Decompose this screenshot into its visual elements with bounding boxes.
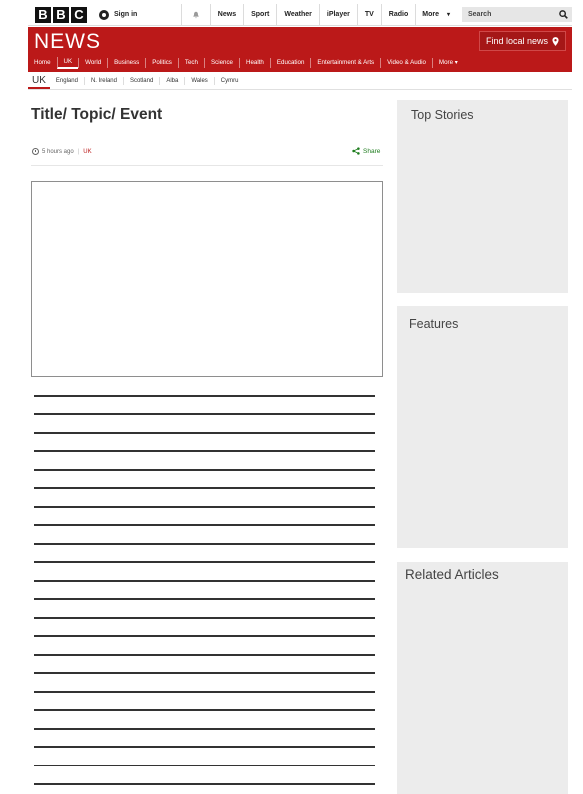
- sub-nav-england[interactable]: England: [50, 77, 84, 85]
- text-line-placeholder: [34, 487, 375, 490]
- sub-nav-uk[interactable]: UK: [28, 74, 50, 89]
- text-line-placeholder: [34, 561, 375, 564]
- text-line-placeholder: [34, 690, 375, 693]
- bbc-logo[interactable]: B B C: [35, 6, 87, 23]
- text-line-placeholder: [34, 635, 375, 638]
- text-line-placeholder: [34, 542, 375, 545]
- news-title[interactable]: NEWS: [34, 29, 101, 55]
- news-nav-home[interactable]: Home: [28, 58, 57, 68]
- chevron-down-icon: ▾: [454, 59, 458, 66]
- news-nav-video-audio[interactable]: Video & Audio: [380, 58, 432, 68]
- logo-letter: C: [71, 6, 87, 23]
- text-line-placeholder: [34, 431, 375, 434]
- top-nav: News Sport Weather iPlayer TV Radio: [209, 3, 415, 26]
- article-title: Title/ Topic/ Event: [31, 106, 163, 123]
- divider: [31, 165, 383, 166]
- text-line-placeholder: [34, 579, 375, 582]
- location-pin-icon: [552, 36, 559, 46]
- top-stories-panel: Top Stories: [397, 100, 568, 293]
- text-line-placeholder: [34, 450, 375, 453]
- text-line-placeholder: [34, 672, 375, 675]
- top-stories-title: Top Stories: [411, 108, 474, 122]
- news-nav-health[interactable]: Health: [238, 58, 270, 68]
- find-local-news-button[interactable]: Find local news: [478, 31, 566, 51]
- text-line-placeholder: [34, 413, 375, 416]
- article-meta: 5 hours ago | UK: [32, 148, 92, 155]
- share-button[interactable]: Share: [352, 147, 380, 155]
- sub-nav-n-ireland[interactable]: N. Ireland: [83, 77, 123, 85]
- top-nav-sport[interactable]: Sport: [243, 3, 276, 26]
- article-time: 5 hours ago: [42, 148, 74, 155]
- user-icon: [99, 9, 109, 20]
- share-label: Share: [363, 147, 381, 155]
- clock-icon: [32, 148, 39, 155]
- news-nav-world[interactable]: World: [78, 58, 107, 68]
- search-placeholder: Search: [468, 11, 492, 18]
- bbc-top-bar: B B C Sign in News Sport Weather iPlayer…: [28, 3, 572, 26]
- features-title: Features: [409, 317, 459, 331]
- share-icon: [352, 147, 360, 155]
- text-line-placeholder: [34, 764, 375, 767]
- news-nav-uk[interactable]: UK: [56, 57, 79, 69]
- top-nav-iplayer[interactable]: iPlayer: [318, 3, 357, 26]
- search-icon: [559, 10, 568, 19]
- news-header: NEWS Find local news Home UK World Busin…: [28, 27, 572, 72]
- sign-in-label: Sign in: [114, 11, 138, 18]
- news-nav-business[interactable]: Business: [107, 58, 145, 68]
- news-nav-tech[interactable]: Tech: [177, 58, 204, 68]
- news-nav-education[interactable]: Education: [269, 58, 311, 68]
- text-line-placeholder: [34, 653, 375, 656]
- article-topic-link[interactable]: UK: [83, 149, 91, 155]
- more-label: More: [422, 11, 439, 18]
- logo-letter: B: [35, 6, 51, 23]
- top-nav-tv[interactable]: TV: [356, 3, 381, 26]
- related-articles-title: Related Articles: [405, 567, 499, 582]
- news-nav-politics[interactable]: Politics: [145, 58, 178, 68]
- text-line-placeholder: [34, 727, 375, 730]
- sub-nav-scotland[interactable]: Scotland: [122, 77, 159, 85]
- text-line-placeholder: [34, 709, 375, 712]
- text-line-placeholder: [34, 783, 375, 785]
- news-nav-more-label: More: [438, 59, 454, 66]
- related-articles-panel: Related Articles: [397, 562, 568, 794]
- search-input[interactable]: Search: [462, 7, 572, 22]
- features-panel: Features: [397, 306, 568, 548]
- article-body-placeholder: [34, 395, 375, 794]
- text-line-placeholder: [34, 616, 375, 619]
- sub-nav-alba[interactable]: Alba: [159, 77, 184, 85]
- text-line-placeholder: [34, 395, 375, 397]
- sub-nav-cymru[interactable]: Cymru: [213, 77, 245, 85]
- top-nav-more[interactable]: More ▾: [415, 3, 456, 26]
- news-nav-entertainment[interactable]: Entertainment & Arts: [310, 58, 380, 68]
- sub-nav-wales[interactable]: Wales: [184, 77, 213, 85]
- text-line-placeholder: [34, 468, 375, 471]
- top-nav-news[interactable]: News: [209, 3, 243, 26]
- text-line-placeholder: [34, 598, 375, 601]
- notifications-button[interactable]: [182, 11, 210, 19]
- text-line-placeholder: [34, 505, 375, 508]
- text-line-placeholder: [34, 524, 375, 527]
- article-media-placeholder: [31, 181, 383, 377]
- text-line-placeholder: [34, 746, 375, 748]
- top-nav-radio[interactable]: Radio: [380, 3, 415, 26]
- top-nav-weather[interactable]: Weather: [276, 3, 319, 26]
- news-nav-science[interactable]: Science: [203, 58, 239, 68]
- find-local-news-label: Find local news: [485, 36, 548, 46]
- sign-in-link[interactable]: Sign in: [99, 9, 138, 20]
- logo-letter: B: [53, 6, 69, 23]
- chevron-down-icon: ▾: [446, 12, 450, 18]
- uk-sub-nav: UK England N. Ireland Scotland Alba Wale…: [28, 73, 572, 90]
- bell-icon: [192, 11, 199, 18]
- meta-divider: |: [77, 148, 80, 155]
- news-nav: Home UK World Business Politics Tech Sci…: [28, 56, 464, 70]
- news-nav-more[interactable]: More ▾: [431, 58, 464, 68]
